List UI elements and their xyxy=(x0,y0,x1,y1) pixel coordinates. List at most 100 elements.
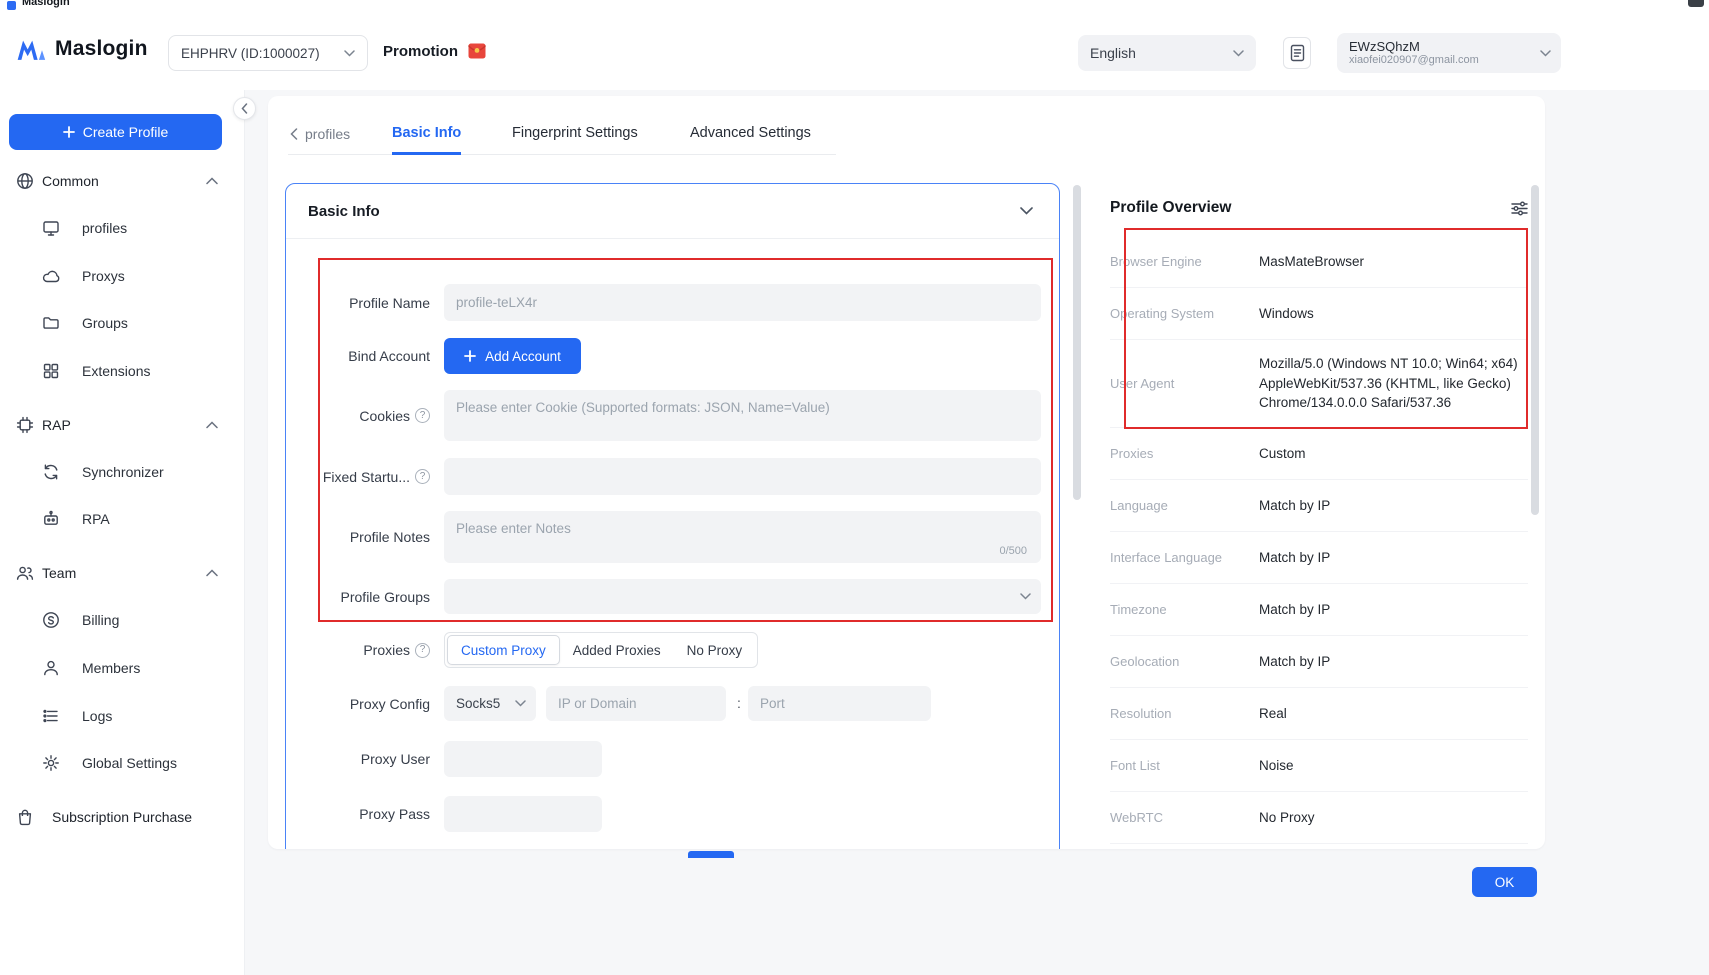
plus-icon xyxy=(464,350,476,362)
robot-icon xyxy=(42,510,60,528)
promotion-envelope-icon xyxy=(467,41,487,61)
sidebar-item-label: Proxys xyxy=(82,268,125,284)
proxy-pass-input[interactable] xyxy=(444,796,602,832)
proxy-mode-custom[interactable]: Custom Proxy xyxy=(447,635,560,665)
sidebar-item-label: Members xyxy=(82,660,140,676)
sidebar: Create Profile Common profiles Proxys Gr… xyxy=(0,90,245,975)
caret-down-icon[interactable] xyxy=(1020,207,1033,215)
overview-row-user-agent: User AgentMozilla/5.0 (Windows NT 10.0; … xyxy=(1110,340,1528,428)
sidebar-item-label: Global Settings xyxy=(82,755,177,771)
sidebar-section-label: Team xyxy=(42,565,76,581)
profile-groups-select[interactable] xyxy=(444,579,1041,614)
back-label: profiles xyxy=(305,126,350,142)
overview-value: Match by IP xyxy=(1259,496,1330,516)
overview-scrollbar-thumb[interactable] xyxy=(1531,185,1539,515)
window-control-icon[interactable] xyxy=(1688,0,1704,7)
account-name: EWzSQhzM xyxy=(1349,39,1540,54)
promotion-link[interactable]: Promotion xyxy=(383,41,487,61)
sidebar-section-label: Common xyxy=(42,173,99,189)
overview-value: MasMateBrowser xyxy=(1259,252,1364,272)
brand-name: Maslogin xyxy=(55,37,148,61)
account-menu[interactable]: EWzSQhzM xiaofei020907@gmail.com xyxy=(1337,33,1561,73)
sidebar-item-label: Extensions xyxy=(82,363,150,379)
sidebar-item-label: profiles xyxy=(82,220,127,236)
chevron-down-icon xyxy=(1540,50,1551,57)
proxy-protocol-select[interactable]: Socks5 xyxy=(444,686,536,721)
proxy-mode-none[interactable]: No Proxy xyxy=(674,635,756,665)
team-icon xyxy=(16,564,34,582)
overview-label: Interface Language xyxy=(1110,550,1259,565)
sidebar-item-logs[interactable]: Logs xyxy=(0,696,245,736)
chevron-up-icon xyxy=(206,422,218,429)
overview-row-resolution: ResolutionReal xyxy=(1110,688,1528,740)
create-profile-label: Create Profile xyxy=(83,124,169,140)
form-scrollbar-thumb[interactable] xyxy=(1073,185,1081,500)
overview-value: Windows xyxy=(1259,304,1314,324)
proxy-user-input[interactable] xyxy=(444,741,602,777)
sidebar-item-label: Groups xyxy=(82,315,128,331)
sidebar-item-label: Billing xyxy=(82,612,119,628)
tab-fingerprint-settings[interactable]: Fingerprint Settings xyxy=(512,125,638,152)
profile-name-input[interactable] xyxy=(444,284,1041,321)
gear-icon xyxy=(42,754,60,772)
chip-icon xyxy=(16,416,34,434)
proxy-user-label: Proxy User xyxy=(302,741,430,777)
tab-basic-info[interactable]: Basic Info xyxy=(392,125,461,155)
sidebar-item-extensions[interactable]: Extensions xyxy=(0,351,245,391)
sidebar-item-synchronizer[interactable]: Synchronizer xyxy=(0,452,245,492)
overview-label: Geolocation xyxy=(1110,654,1259,669)
sidebar-item-rpa[interactable]: RPA xyxy=(0,499,245,539)
proxies-label: Proxies? xyxy=(302,632,430,668)
promotion-label: Promotion xyxy=(383,43,458,60)
language-selector[interactable]: English xyxy=(1078,35,1256,71)
sidebar-item-billing[interactable]: Billing xyxy=(0,600,245,640)
create-profile-button[interactable]: Create Profile xyxy=(9,114,222,150)
proxy-port-input[interactable] xyxy=(748,686,931,721)
help-icon[interactable]: ? xyxy=(415,408,430,423)
sidebar-section-common[interactable]: Common xyxy=(0,161,245,201)
help-icon[interactable]: ? xyxy=(415,643,430,658)
overview-label: Operating System xyxy=(1110,306,1259,321)
proxy-pass-label: Proxy Pass xyxy=(302,796,430,832)
overview-row-proxies: ProxiesCustom xyxy=(1110,428,1528,480)
sidebar-item-profiles[interactable]: profiles xyxy=(0,208,245,248)
basic-info-card-header[interactable]: Basic Info xyxy=(286,184,1059,239)
cookies-textarea[interactable] xyxy=(444,390,1041,441)
proxy-mode-added[interactable]: Added Proxies xyxy=(560,635,674,665)
profile-notes-textarea[interactable] xyxy=(444,511,1041,563)
sidebar-item-groups[interactable]: Groups xyxy=(0,303,245,343)
fixed-startup-input[interactable] xyxy=(444,458,1041,495)
sidebar-item-global-settings[interactable]: Global Settings xyxy=(0,743,245,783)
overview-row-language: LanguageMatch by IP xyxy=(1110,480,1528,532)
overview-label: Resolution xyxy=(1110,706,1259,721)
chevron-up-icon xyxy=(206,178,218,185)
sidebar-section-team[interactable]: Team xyxy=(0,553,245,593)
overview-label: Font List xyxy=(1110,758,1259,773)
sidebar-section-label: RAP xyxy=(42,417,71,433)
browser-tabstrip: Maslogin xyxy=(0,0,1709,10)
overview-value: Match by IP xyxy=(1259,600,1330,620)
workspace-selector[interactable]: EHPHRV (ID:1000027) xyxy=(168,35,368,71)
back-to-profiles[interactable]: profiles xyxy=(290,126,350,142)
clipped-primary-button xyxy=(688,851,734,858)
proxy-host-input[interactable] xyxy=(546,686,726,721)
add-account-button[interactable]: Add Account xyxy=(444,338,581,374)
bind-account-label: Bind Account xyxy=(302,338,430,374)
tab-advanced-settings[interactable]: Advanced Settings xyxy=(690,125,811,152)
sidebar-section-rap[interactable]: RAP xyxy=(0,405,245,445)
ok-button[interactable]: OK xyxy=(1472,867,1537,897)
profile-overview-header: Profile Overview xyxy=(1110,190,1528,226)
notes-char-counter: 0/500 xyxy=(999,545,1027,557)
sidebar-item-subscription-purchase[interactable]: Subscription Purchase xyxy=(0,797,245,837)
notes-doc-button[interactable] xyxy=(1283,37,1311,69)
proxy-mode-segmented: Custom Proxy Added Proxies No Proxy xyxy=(444,632,758,668)
filter-icon[interactable] xyxy=(1511,201,1528,216)
grid-icon xyxy=(42,362,60,380)
notes-doc-icon xyxy=(1290,44,1305,62)
sidebar-collapse-button[interactable] xyxy=(233,97,256,120)
help-icon[interactable]: ? xyxy=(415,469,430,484)
folder-icon xyxy=(42,314,60,332)
sidebar-item-proxys[interactable]: Proxys xyxy=(0,256,245,296)
profile-groups-label: Profile Groups xyxy=(302,579,430,614)
sidebar-item-members[interactable]: Members xyxy=(0,648,245,688)
